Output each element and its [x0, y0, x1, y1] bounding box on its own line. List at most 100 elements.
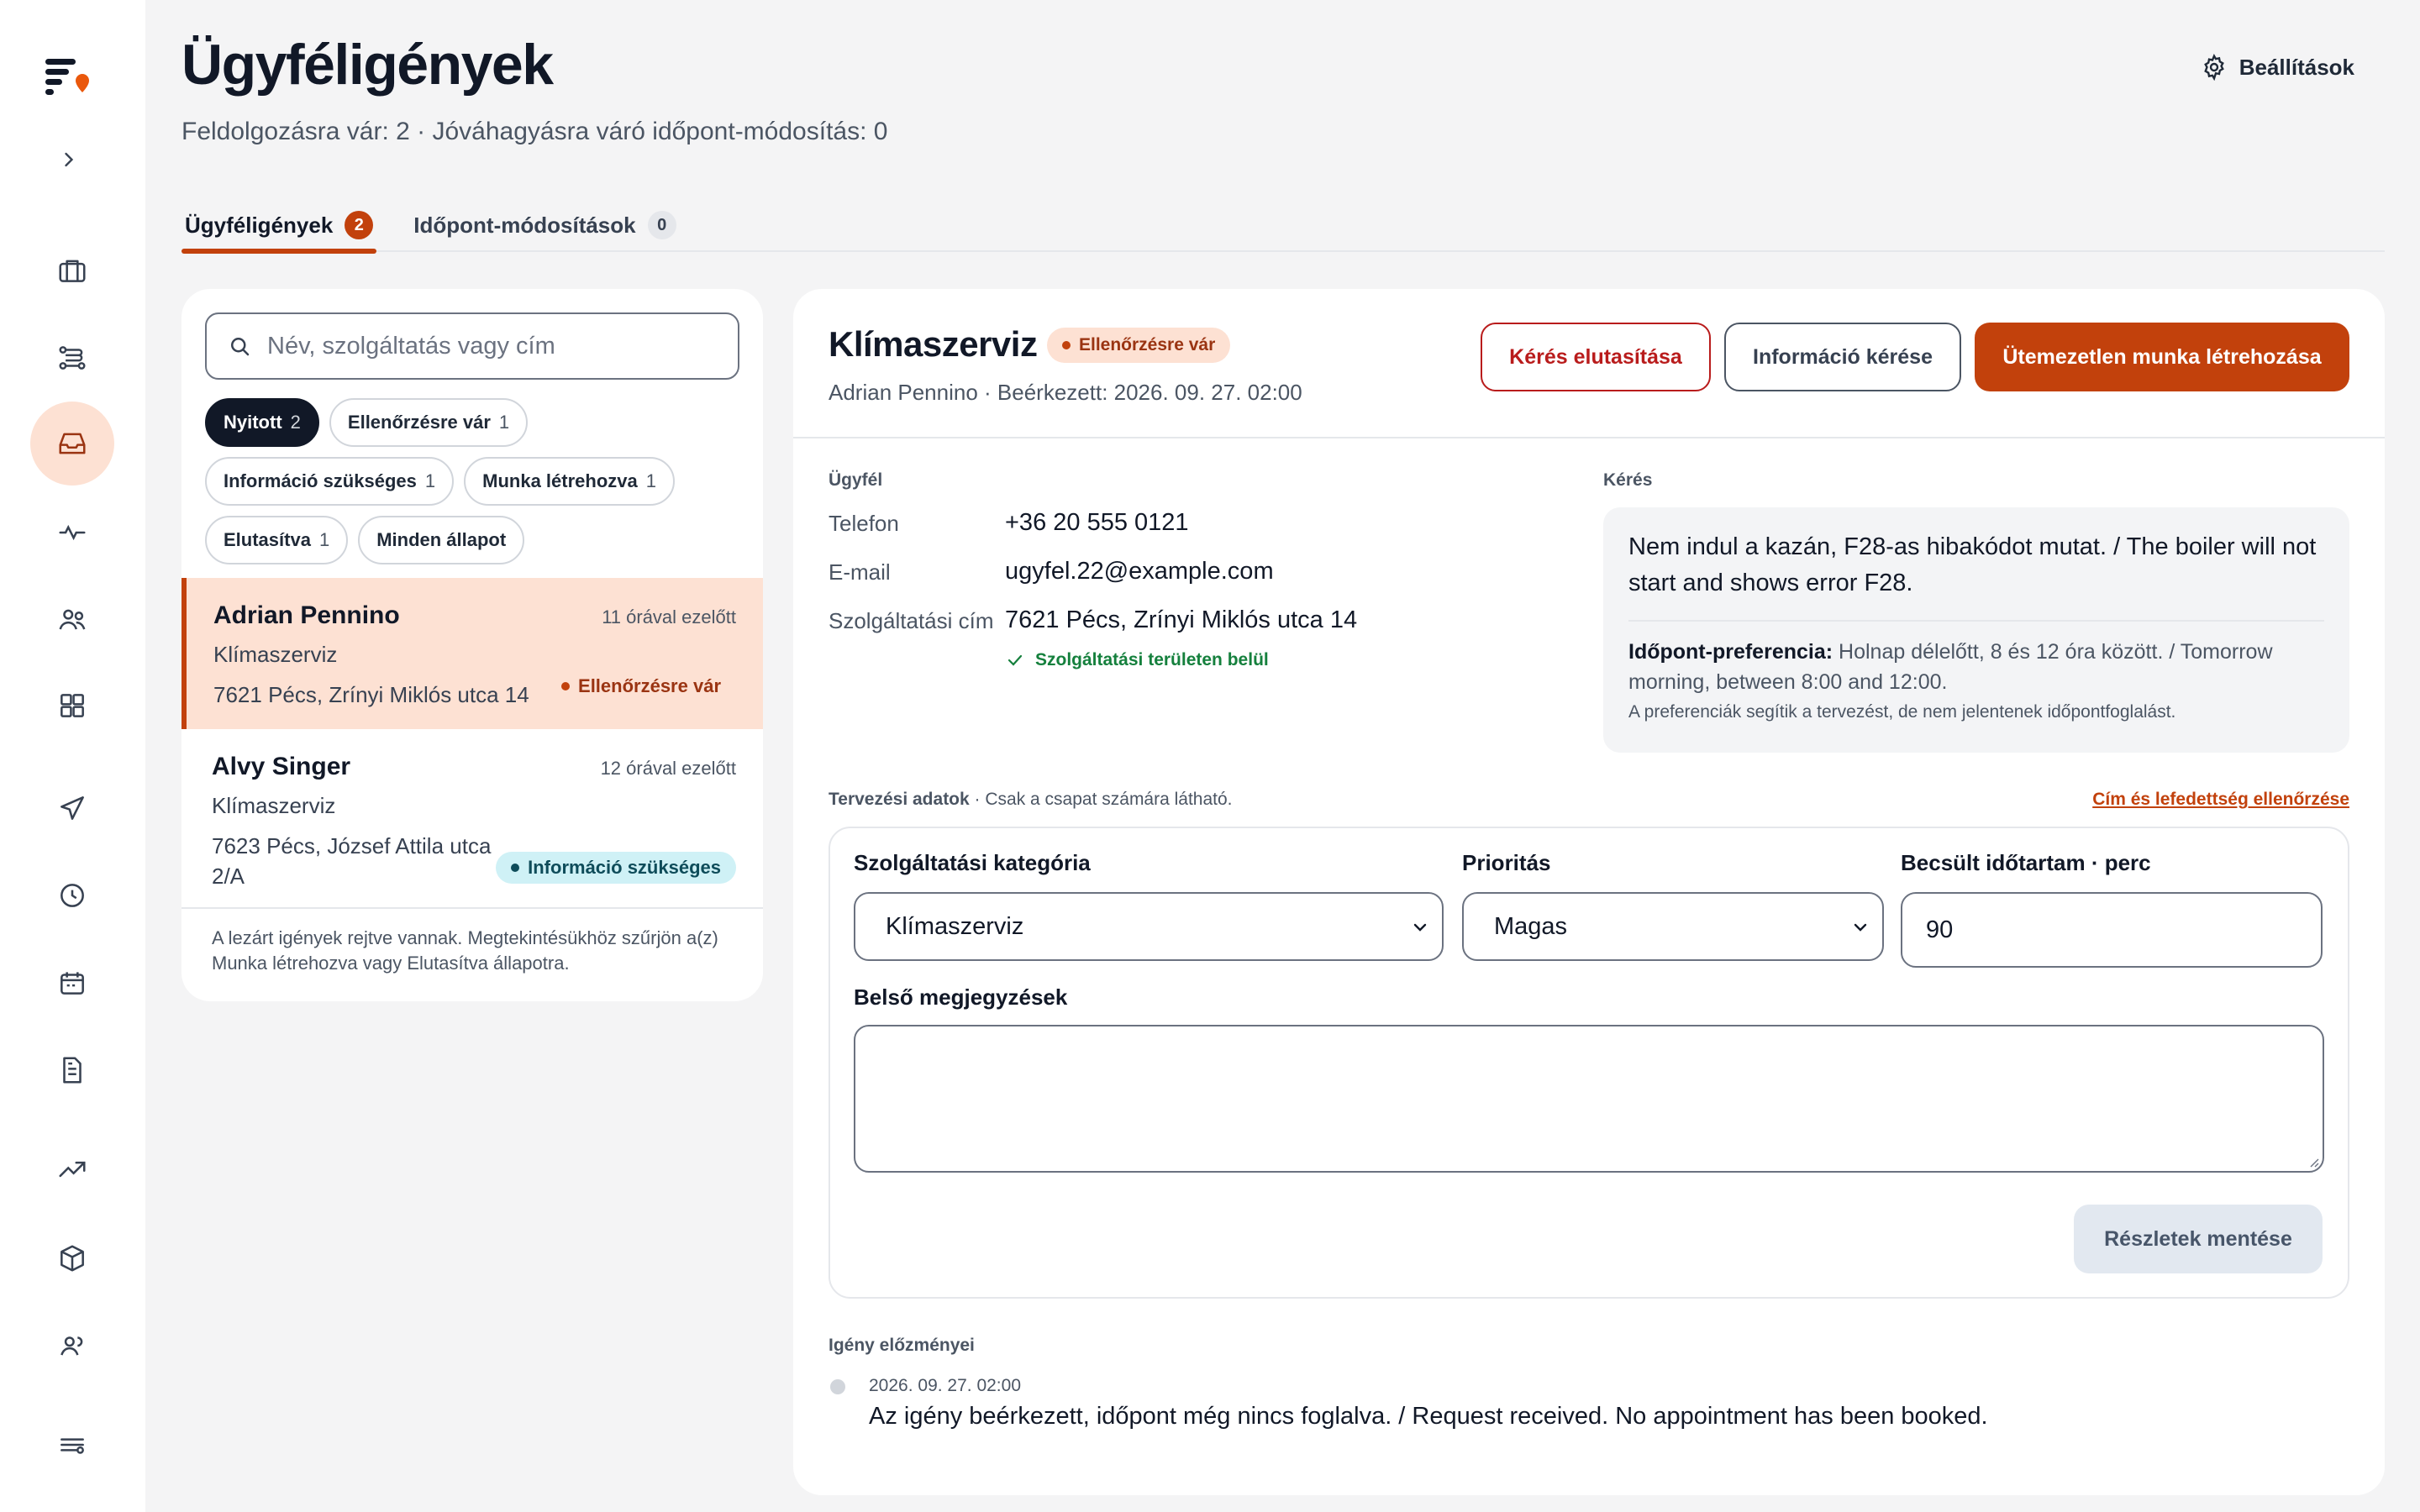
status-dot-icon	[1062, 341, 1071, 349]
request-list-panel: Nyitott 2 Ellenőrzésre vár 1 Információ …	[182, 289, 763, 1001]
filter-chip-count: 1	[318, 529, 330, 550]
planning-label: Tervezési adatok	[829, 790, 970, 809]
request-section-label: Kérés	[1603, 470, 1653, 490]
list-item[interactable]: Adrian Pennino 11 órával ezelőtt Klímasz…	[182, 578, 763, 729]
request-list: Adrian Pennino 11 órával ezelőtt Klímasz…	[182, 578, 763, 909]
planning-section-label: Tervezési adatok · Csak a csapat számára…	[829, 790, 1233, 810]
search-box[interactable]	[205, 312, 739, 380]
filter-chip-rejected[interactable]: Elutasítva 1	[205, 516, 349, 564]
nav-menu-settings-icon[interactable]	[30, 1403, 114, 1487]
nav-dashboard-icon[interactable]	[30, 664, 114, 748]
filter-chip-count: 1	[645, 470, 656, 491]
filter-chip-awaiting-review[interactable]: Ellenőrzésre vár 1	[329, 398, 529, 447]
history-entry-time: 2026. 09. 27. 02:00	[869, 1376, 1021, 1395]
resize-grip-icon[interactable]	[2307, 1156, 2319, 1168]
nav-users-icon[interactable]	[30, 578, 114, 662]
hidden-requests-note: A lezárt igények rejtve vannak. Megtekin…	[212, 927, 718, 974]
tab-requests-label: Ügyféligények	[185, 212, 334, 238]
nav-megaphone-icon[interactable]	[30, 766, 114, 850]
detail-title: Klímaszerviz	[829, 324, 1038, 364]
nav-box-icon[interactable]	[30, 1216, 114, 1300]
request-age: 12 órával ezelőtt	[600, 758, 736, 779]
nav-workflow-icon[interactable]	[30, 316, 114, 400]
status-badge: Ellenőrzésre vár	[546, 670, 736, 702]
filter-chip-label: Munka létrehozva	[482, 470, 638, 491]
timeline-dot-icon	[830, 1379, 845, 1394]
tab-requests[interactable]: Ügyféligények 2	[182, 198, 377, 254]
save-details-button[interactable]: Részletek mentése	[2074, 1205, 2323, 1273]
priority-value: Magas	[1494, 912, 1568, 940]
duration-label: Becsült időtartam · perc	[1901, 850, 2151, 875]
coverage-label: Szolgáltatási területen belül	[1035, 650, 1269, 669]
divider	[1628, 620, 2324, 622]
history-entry-text: Az igény beérkezett, időpont még nincs f…	[869, 1403, 1988, 1430]
request-age: 11 órával ezelőtt	[602, 606, 736, 627]
filter-chip-count: 1	[424, 470, 436, 491]
settings-button[interactable]: Beállítások	[2201, 54, 2354, 81]
page-subtitle: Feldolgozásra vár: 2 · Jóváhagyásra váró…	[182, 118, 888, 145]
filter-chip-label: Információ szükséges	[224, 470, 417, 491]
request-description-box: Nem indul a kazán, F28-as hibakódot muta…	[1603, 507, 2349, 753]
status-badge-label: Ellenőrzésre vár	[578, 675, 721, 696]
priority-select[interactable]: Magas	[1462, 892, 1884, 961]
nav-team-icon[interactable]	[30, 1304, 114, 1388]
status-dot-icon	[561, 682, 571, 690]
status-badge: Információ szükséges	[496, 852, 736, 884]
tab-bar: Ügyféligények 2 Időpont-módosítások 0	[182, 198, 2385, 254]
nav-inbox-icon[interactable]	[30, 402, 114, 486]
time-preference-label: Időpont-preferencia:	[1628, 640, 1833, 664]
filter-chip-label: Ellenőrzésre vár	[347, 412, 491, 433]
email-label: E-mail	[829, 559, 891, 585]
address-value: 7621 Pécs, Zrínyi Miklós utca 14	[1005, 606, 1358, 633]
filter-chip-open[interactable]: Nyitott 2	[205, 398, 319, 447]
search-input[interactable]	[267, 332, 718, 360]
request-service: Klímaszerviz	[212, 793, 336, 818]
search-icon	[231, 338, 250, 356]
request-address: 7623 Pécs, József Attila utca 2/A	[212, 833, 492, 889]
filter-chip-count: 1	[498, 412, 510, 433]
phone-value[interactable]: +36 20 555 0121	[1005, 509, 1189, 537]
internal-notes-textarea[interactable]	[854, 1025, 2324, 1173]
nav-calendar-icon[interactable]	[30, 941, 114, 1025]
duration-input[interactable]: 90	[1901, 892, 2323, 968]
category-value: Klímaszerviz	[886, 912, 1024, 940]
chevron-down-icon	[1413, 923, 1427, 932]
detail-meta: Adrian Pennino · Beérkezett: 2026. 09. 2…	[829, 380, 1302, 405]
sidebar	[0, 0, 145, 1512]
category-select[interactable]: Klímaszerviz	[854, 892, 1444, 961]
detail-status-label: Ellenőrzésre vár	[1079, 335, 1216, 354]
request-info-button[interactable]: Információ kérése	[1724, 323, 1961, 391]
nav-clock-icon[interactable]	[30, 853, 114, 937]
chevron-down-icon	[1854, 923, 1867, 932]
app-logo[interactable]	[44, 55, 94, 97]
list-item[interactable]: Alvy Singer 12 órával ezelőtt Klímaszerv…	[182, 729, 763, 909]
nav-activity-icon[interactable]	[30, 491, 114, 575]
reject-request-button[interactable]: Kérés elutasítása	[1481, 323, 1711, 391]
divider	[793, 437, 2385, 438]
tab-reschedules[interactable]: Időpont-módosítások 0	[410, 198, 679, 252]
request-service: Klímaszerviz	[213, 642, 338, 667]
nav-document-icon[interactable]	[30, 1028, 114, 1112]
filter-chip-all[interactable]: Minden állapot	[358, 516, 525, 564]
priority-label: Prioritás	[1462, 850, 1551, 875]
email-value[interactable]: ugyfel.22@example.com	[1005, 558, 1274, 585]
nav-trending-up-icon[interactable]	[30, 1127, 114, 1211]
customer-section-label: Ügyfél	[829, 470, 883, 490]
detail-status-badge: Ellenőrzésre vár	[1047, 328, 1231, 363]
phone-label: Telefon	[829, 511, 899, 536]
sidebar-expand-chevron-icon[interactable]	[57, 148, 81, 171]
planning-note: · Csak a csapat számára látható.	[969, 790, 1233, 809]
planning-form: Szolgáltatási kategória Klímaszerviz Pri…	[829, 827, 2349, 1299]
status-badge-label: Információ szükséges	[528, 857, 721, 878]
create-unscheduled-job-button[interactable]: Ütemezetlen munka létrehozása	[1975, 323, 2349, 391]
internal-notes-label: Belső megjegyzések	[854, 984, 1068, 1010]
request-detail-panel: Klímaszerviz Ellenőrzésre vár Adrian Pen…	[793, 289, 2385, 1495]
nav-briefcase-icon[interactable]	[30, 228, 114, 312]
category-label: Szolgáltatási kategória	[854, 850, 1091, 875]
filter-chip-info-needed[interactable]: Információ szükséges 1	[205, 457, 455, 506]
filter-chip-job-created[interactable]: Munka létrehozva 1	[464, 457, 675, 506]
status-dot-icon	[511, 864, 520, 872]
tab-reschedules-count-badge: 0	[647, 211, 676, 239]
request-text: Nem indul a kazán, F28-as hibakódot muta…	[1628, 533, 2317, 596]
check-coverage-link[interactable]: Cím és lefedettség ellenőrzése	[2092, 790, 2349, 810]
